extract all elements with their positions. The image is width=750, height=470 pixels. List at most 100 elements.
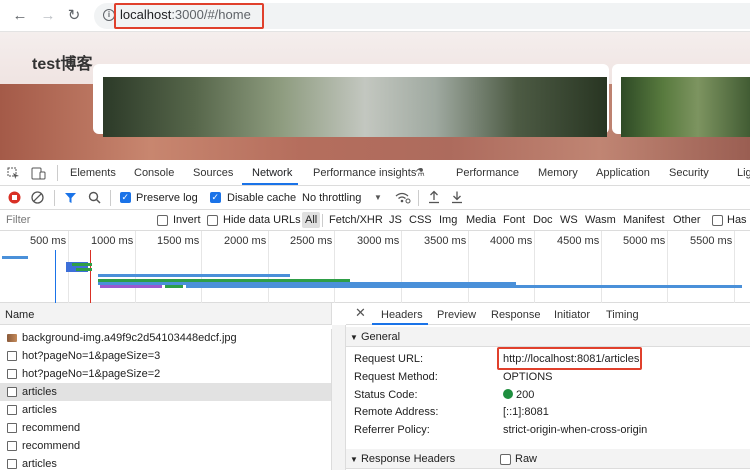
timeline-tick-label: 4500 ms bbox=[557, 235, 600, 247]
filter-funnel-icon[interactable] bbox=[64, 191, 77, 204]
type-filter-wasm[interactable]: Wasm bbox=[585, 214, 616, 226]
type-filter-other[interactable]: Other bbox=[673, 214, 701, 226]
tab-application[interactable]: Application bbox=[596, 167, 650, 179]
general-section-title: ▼ General bbox=[350, 331, 400, 343]
article-card-2-image[interactable] bbox=[621, 77, 750, 137]
hide-data-urls-checkbox[interactable] bbox=[207, 215, 218, 226]
raw-label[interactable]: Raw bbox=[515, 453, 537, 465]
type-filter-doc[interactable]: Doc bbox=[533, 214, 553, 226]
active-detail-tab-indicator bbox=[372, 323, 428, 325]
timeline-tick-label: 5500 ms bbox=[690, 235, 733, 247]
has-blocked-cookies-label[interactable]: Has l bbox=[727, 214, 750, 226]
request-method-value: OPTIONS bbox=[503, 371, 553, 383]
search-icon[interactable] bbox=[88, 191, 101, 204]
timeline-gridline bbox=[667, 231, 668, 303]
disable-cache-checkbox[interactable] bbox=[210, 192, 221, 203]
tab-memory[interactable]: Memory bbox=[538, 167, 578, 179]
request-name: hot?pageNo=1&pageSize=2 bbox=[22, 368, 161, 380]
back-arrow-icon[interactable]: ← bbox=[10, 6, 30, 26]
waterfall-bar bbox=[186, 285, 742, 288]
name-column-header[interactable] bbox=[0, 303, 332, 325]
type-filter-fetch-xhr[interactable]: Fetch/XHR bbox=[329, 214, 383, 226]
raw-checkbox[interactable] bbox=[500, 454, 511, 465]
timeline-tick-label: 2000 ms bbox=[224, 235, 267, 247]
tab-performance[interactable]: Performance bbox=[456, 167, 519, 179]
tab-console[interactable]: Console bbox=[134, 167, 174, 179]
document-icon bbox=[7, 369, 17, 379]
referrer-policy-value: strict-origin-when-cross-origin bbox=[503, 424, 648, 436]
request-list-scrollbar[interactable] bbox=[332, 325, 346, 470]
filter-input[interactable]: Filter bbox=[6, 214, 30, 226]
load-event-marker bbox=[90, 250, 91, 303]
record-stop-icon[interactable] bbox=[8, 191, 21, 204]
tab-initiator[interactable]: Initiator bbox=[554, 309, 590, 321]
tab-response[interactable]: Response bbox=[491, 309, 541, 321]
type-filter-css[interactable]: CSS bbox=[409, 214, 432, 226]
timeline-gridline bbox=[334, 231, 335, 303]
general-section-header[interactable] bbox=[346, 327, 750, 347]
tab-security[interactable]: Security bbox=[669, 167, 709, 179]
timeline-tick-label: 4000 ms bbox=[490, 235, 533, 247]
general-section-label: General bbox=[360, 331, 401, 343]
article-card-image[interactable] bbox=[103, 77, 607, 137]
type-filter-manifest[interactable]: Manifest bbox=[623, 214, 665, 226]
close-icon[interactable]: ✕ bbox=[355, 305, 366, 321]
waterfall-bar bbox=[98, 274, 290, 277]
throttling-select[interactable]: No throttling bbox=[302, 192, 361, 204]
forward-arrow-icon[interactable]: → bbox=[38, 6, 58, 26]
inspect-element-icon[interactable] bbox=[7, 167, 20, 180]
tab-headers[interactable]: Headers bbox=[381, 309, 423, 321]
type-filter-img[interactable]: Img bbox=[439, 214, 457, 226]
response-headers-title: ▼ Response Headers bbox=[350, 453, 455, 465]
request-name: recommend bbox=[22, 440, 81, 452]
tab-sources[interactable]: Sources bbox=[193, 167, 233, 179]
image-file-icon bbox=[7, 334, 17, 342]
status-code-value: 200 bbox=[516, 389, 535, 401]
preserve-log-label[interactable]: Preserve log bbox=[136, 192, 198, 204]
device-toolbar-icon[interactable] bbox=[31, 167, 47, 180]
tab-elements[interactable]: Elements bbox=[70, 167, 116, 179]
tabbar-divider bbox=[57, 165, 58, 181]
type-filter-js[interactable]: JS bbox=[389, 214, 402, 226]
timeline-tick-label: 3500 ms bbox=[424, 235, 467, 247]
toolbar-divider-3 bbox=[418, 190, 419, 206]
clear-icon[interactable] bbox=[31, 191, 44, 204]
tab-timing[interactable]: Timing bbox=[606, 309, 639, 321]
tab-lighthouse[interactable]: Lig bbox=[737, 167, 750, 179]
waterfall-bar bbox=[76, 268, 92, 271]
disable-cache-label[interactable]: Disable cache bbox=[227, 192, 296, 204]
site-title[interactable]: test博客 bbox=[32, 50, 92, 74]
url-text[interactable]: localhost:3000/#/home bbox=[120, 7, 251, 22]
type-filter-ws[interactable]: WS bbox=[560, 214, 578, 226]
type-filter-all[interactable]: All bbox=[305, 214, 317, 226]
waterfall-bar bbox=[100, 285, 162, 288]
type-filter-media[interactable]: Media bbox=[466, 214, 496, 226]
hide-data-urls-label[interactable]: Hide data URLs bbox=[223, 214, 301, 226]
import-har-icon[interactable] bbox=[428, 190, 440, 204]
reload-icon[interactable]: ↻ bbox=[64, 6, 84, 26]
invert-label[interactable]: Invert bbox=[173, 214, 201, 226]
tab-preview[interactable]: Preview bbox=[437, 309, 476, 321]
request-name: articles bbox=[22, 458, 57, 470]
export-har-icon[interactable] bbox=[451, 190, 463, 204]
invert-checkbox[interactable] bbox=[157, 215, 168, 226]
triangle-down-icon: ▼ bbox=[350, 333, 358, 342]
document-icon bbox=[7, 387, 17, 397]
timeline-gridline bbox=[135, 231, 136, 303]
request-url-key: Request URL: bbox=[354, 353, 424, 365]
waterfall-bar bbox=[2, 256, 28, 259]
tab-network[interactable]: Network bbox=[252, 167, 292, 179]
network-conditions-icon[interactable] bbox=[395, 191, 411, 204]
has-blocked-cookies-checkbox[interactable] bbox=[712, 215, 723, 226]
remote-address-key: Remote Address: bbox=[354, 406, 439, 418]
timeline-tick-label: 5000 ms bbox=[623, 235, 666, 247]
remote-address-value: [::1]:8081 bbox=[503, 406, 549, 418]
timeline-gridline bbox=[601, 231, 602, 303]
toolbar-divider bbox=[54, 190, 55, 206]
tab-performance-insights[interactable]: Performance insights bbox=[313, 167, 416, 179]
url-path: :3000/#/home bbox=[171, 7, 251, 22]
document-icon bbox=[7, 351, 17, 361]
preserve-log-checkbox[interactable] bbox=[120, 192, 131, 203]
chevron-down-icon[interactable]: ▼ bbox=[374, 193, 382, 202]
type-filter-font[interactable]: Font bbox=[503, 214, 525, 226]
